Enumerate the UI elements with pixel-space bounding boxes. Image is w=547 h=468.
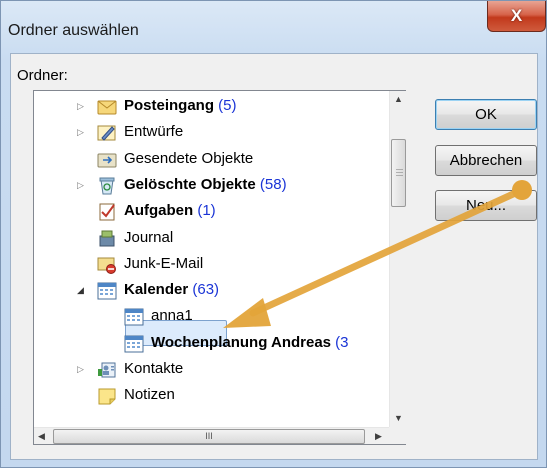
horizontal-scroll-thumb[interactable]: III [53, 429, 365, 444]
folder-select-dialog: Ordner auswählen X Ordner: ▷ Posteingang … [0, 0, 547, 468]
calendar-icon [124, 334, 144, 353]
scroll-up-arrow-icon[interactable]: ▲ [394, 94, 403, 104]
grip-icon: — — — [396, 166, 403, 179]
scroll-right-arrow-icon[interactable]: ▶ [375, 431, 382, 442]
folder-label: Ordner: [17, 67, 68, 84]
tree-item[interactable]: ▷ Posteingang (5) [34, 94, 389, 120]
tree-item-text: Entwürfe [124, 123, 184, 141]
horizontal-scrollbar[interactable]: ◀ III ▶ [34, 427, 389, 444]
tree-item-text: Wochenplanung Andreas [151, 333, 332, 351]
expand-triangle-icon[interactable]: ▷ [77, 364, 87, 374]
tree-item-text: Gesendete Objekte [124, 149, 254, 167]
tree-item-text: Gelöschte Objekte [124, 175, 256, 193]
close-button[interactable]: X [487, 1, 546, 32]
tree-item[interactable]: Junk-E-Mail [34, 252, 389, 278]
tasks-icon [97, 202, 117, 221]
tree-item-label: Aufgaben (1) [124, 202, 216, 219]
collapse-triangle-icon[interactable]: ◢ [77, 285, 87, 295]
tree-item[interactable]: Journal [34, 226, 389, 252]
unread-count: (1) [193, 202, 216, 220]
tree-item-label: Kontakte [124, 360, 183, 377]
tree-item-label: Junk-E-Mail [124, 255, 203, 272]
expand-triangle-icon[interactable]: ▷ [77, 127, 87, 137]
scrollbar-corner [389, 427, 406, 444]
expand-triangle-icon[interactable]: ▷ [77, 101, 87, 111]
cancel-button[interactable]: Abbrechen [435, 145, 537, 176]
tree-item[interactable]: Notizen [34, 383, 389, 409]
tree-item-text: Aufgaben [124, 202, 194, 220]
tree-item-text: Kontakte [124, 360, 184, 377]
tree-item-label: Gelöschte Objekte (58) [124, 176, 287, 193]
title-bar: Ordner auswählen X [1, 1, 547, 53]
inbox-icon [97, 97, 117, 116]
unread-count: (58) [255, 175, 287, 193]
ok-button[interactable]: OK [435, 99, 537, 130]
contacts-icon [97, 360, 117, 379]
tree-item[interactable]: Aufgaben (1) [34, 199, 389, 225]
tree-item-label: Wochenplanung Andreas (3 [151, 334, 349, 351]
unread-count: (3 [331, 333, 349, 351]
calendar-icon [97, 281, 117, 300]
tree-item-text: Junk-E-Mail [124, 254, 204, 272]
tree-item-label: anna1 [151, 307, 193, 324]
tree-item-label: Gesendete Objekte [124, 150, 253, 167]
vertical-scrollbar[interactable]: ▲ — — — ▼ [389, 91, 406, 427]
tree-item[interactable]: Gesendete Objekte [34, 147, 389, 173]
tree-item[interactable]: Wochenplanung Andreas (3 [34, 331, 389, 357]
junk-mail-icon [97, 255, 117, 274]
folder-tree[interactable]: ▷ Posteingang (5) ▷ Entwürfe Gesendete Objek… [33, 90, 406, 445]
tree-item-text: Journal [124, 228, 174, 246]
unread-count: (63) [188, 281, 220, 299]
tree-item[interactable]: anna1 [34, 304, 389, 330]
tree-item[interactable]: ▷ Entwürfe [34, 120, 389, 146]
sent-items-icon [97, 150, 117, 169]
calendar-icon [124, 307, 144, 326]
expand-triangle-icon[interactable]: ▷ [77, 180, 87, 190]
tree-item-text: anna1 [151, 307, 193, 325]
dialog-title: Ordner auswählen [8, 22, 139, 39]
notes-icon [97, 386, 117, 405]
dialog-body: Ordner: ▷ Posteingang (5) ▷ Entwürfe Gesende… [10, 53, 538, 460]
tree-item-label: Posteingang (5) [124, 97, 237, 114]
tree-item[interactable]: ▷ Gelöschte Objekte (58) [34, 173, 389, 199]
tree-item-label: Kalender (63) [124, 281, 219, 298]
scroll-left-arrow-icon[interactable]: ◀ [38, 431, 45, 442]
deleted-items-icon [97, 176, 117, 195]
drafts-icon [97, 123, 117, 142]
tree-item-label: Entwürfe [124, 123, 183, 140]
tree-item-text: Posteingang [124, 97, 215, 114]
tree-item[interactable]: ◢ Kalender (63) [34, 278, 389, 304]
vertical-scroll-thumb[interactable]: — — — [391, 139, 406, 207]
tree-item-text: Notizen [124, 386, 175, 404]
tree-item-label: Notizen [124, 386, 175, 403]
tree-item-label: Journal [124, 229, 173, 246]
tree-item[interactable]: ▷ Kontakte [34, 357, 389, 383]
scroll-down-arrow-icon[interactable]: ▼ [394, 413, 403, 423]
unread-count: (5) [214, 97, 237, 114]
tree-rows: ▷ Posteingang (5) ▷ Entwürfe Gesendete Objek… [34, 91, 389, 427]
tree-item-text: Kalender [124, 281, 189, 299]
journal-icon [97, 229, 117, 248]
new-folder-button[interactable]: Neu... [435, 190, 537, 221]
